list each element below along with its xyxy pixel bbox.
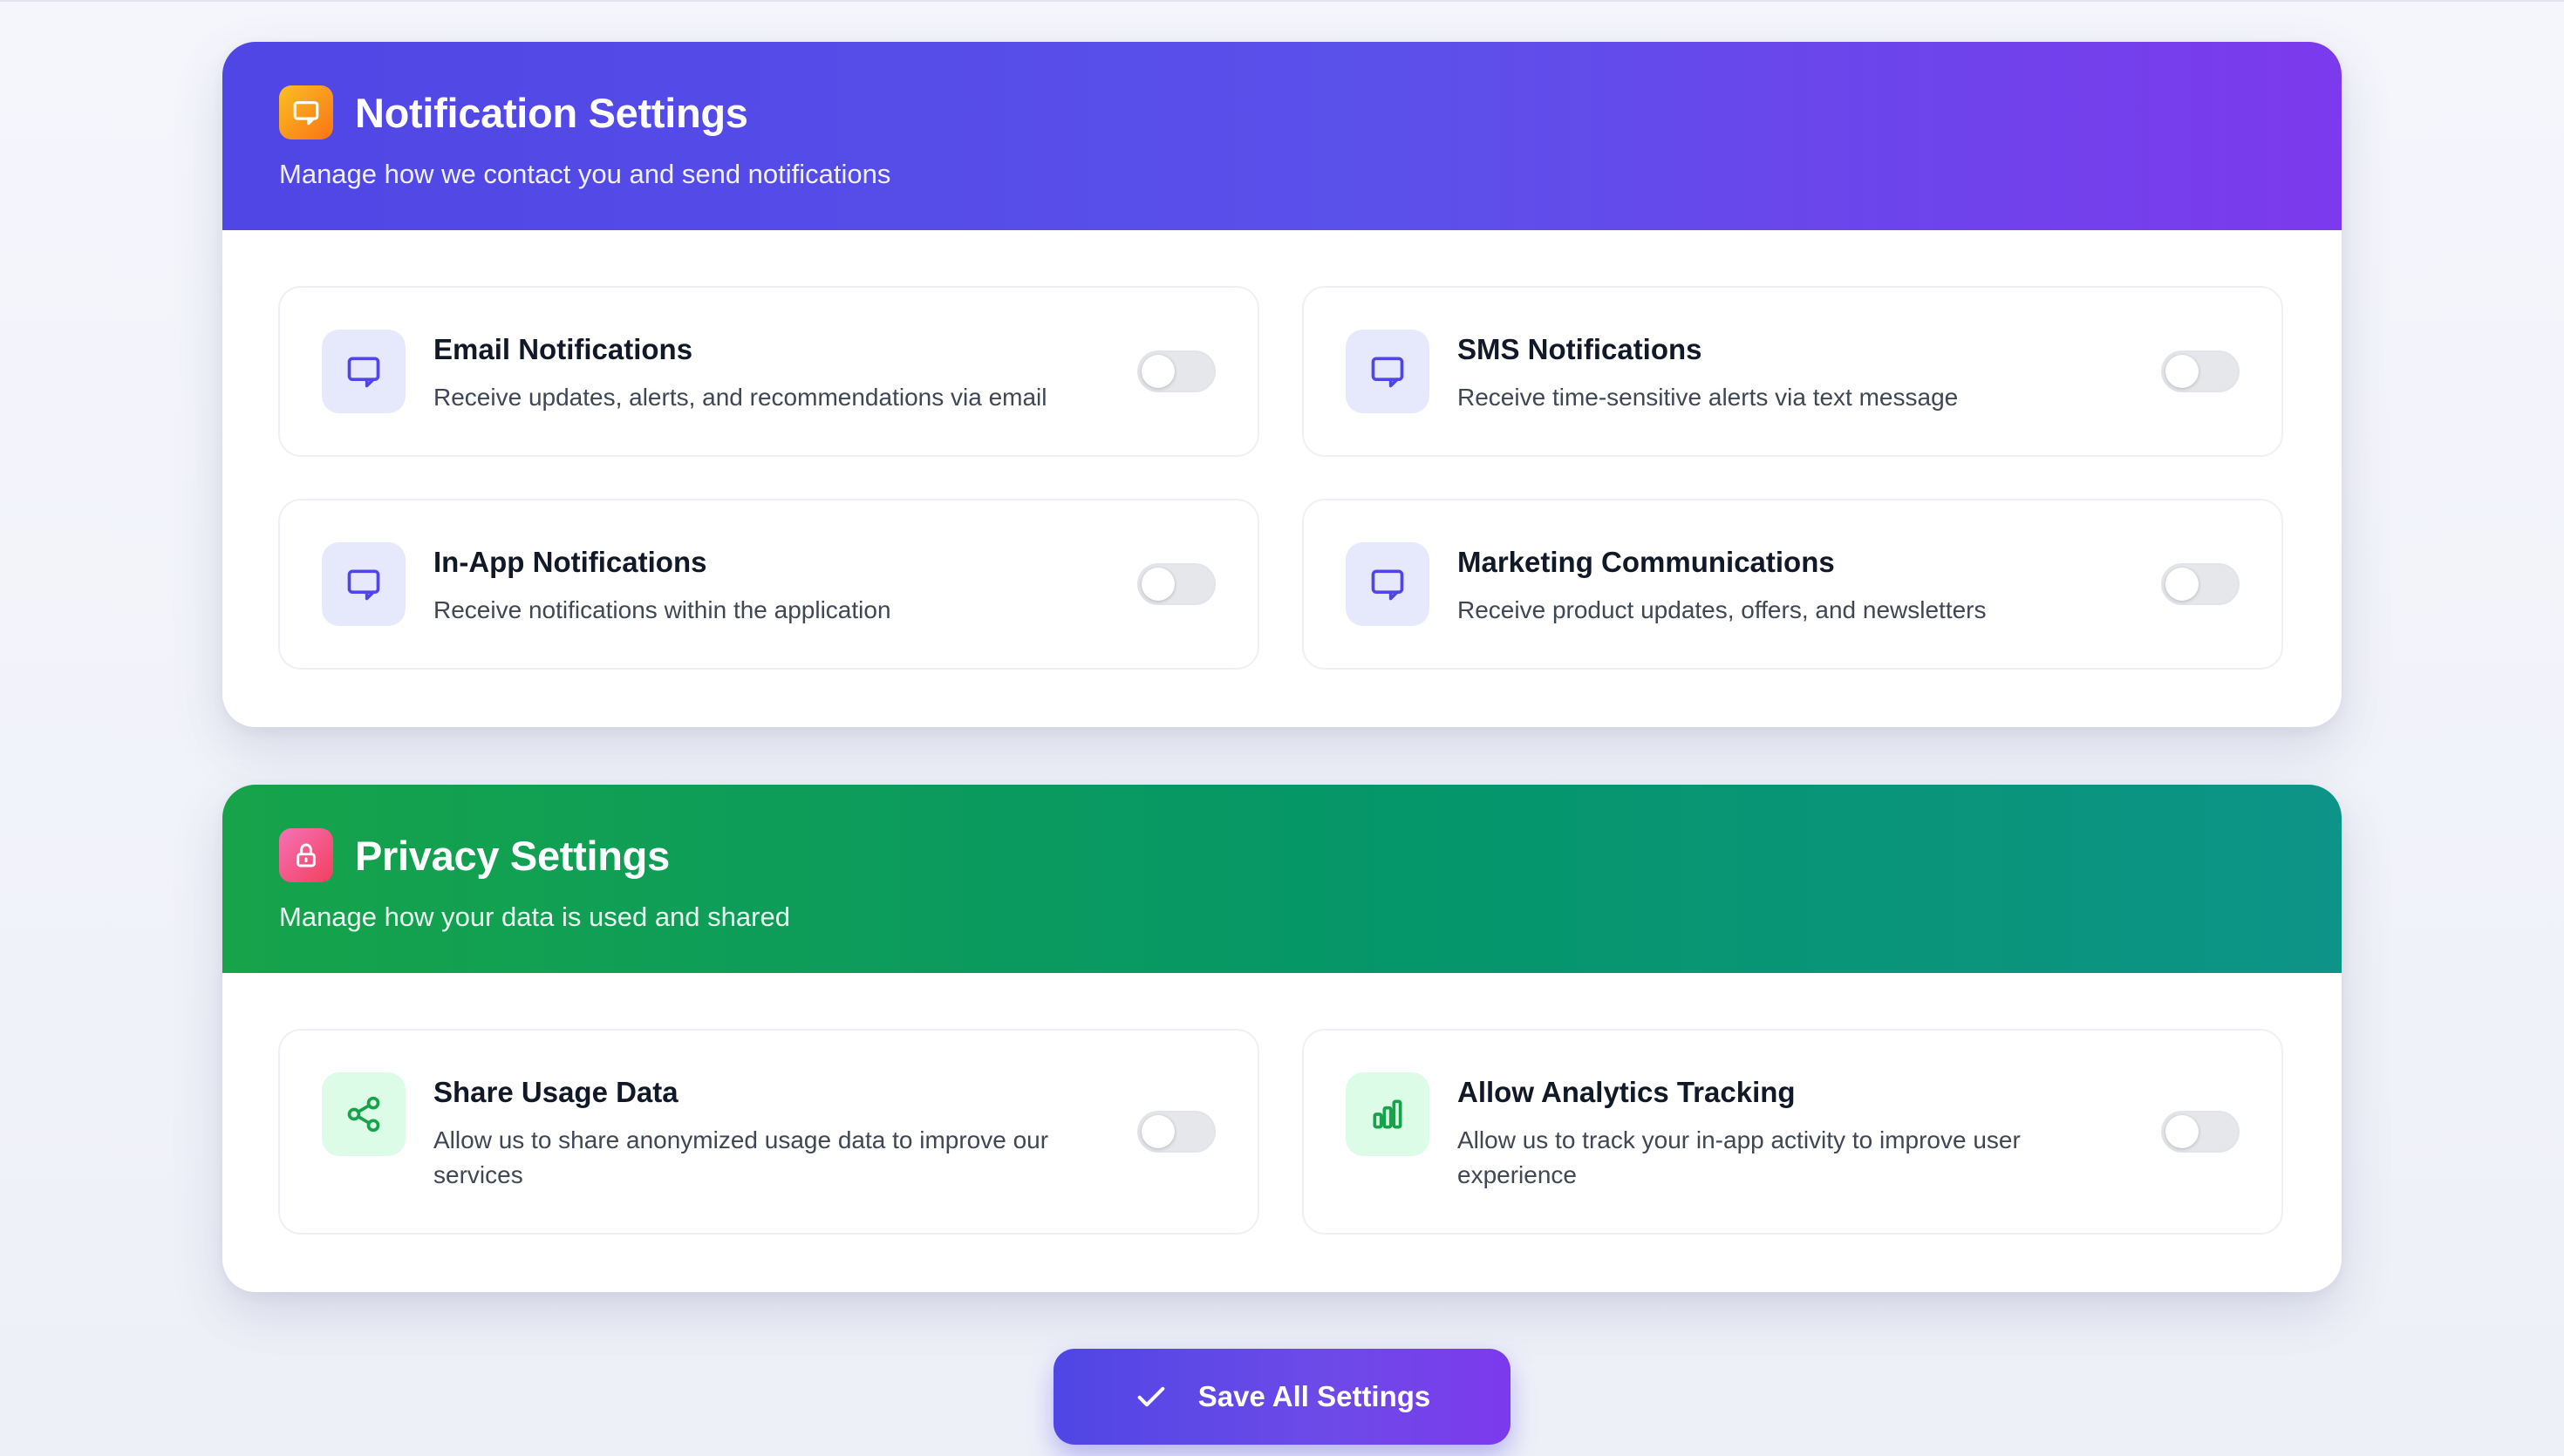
setting-title: Marketing Communications — [1457, 546, 1835, 578]
setting-description: Receive updates, alerts, and recommendat… — [433, 384, 1047, 411]
notification-settings-card: Notification Settings Manage how we cont… — [222, 42, 2342, 727]
check-icon — [1134, 1379, 1169, 1414]
privacy-settings-header: Privacy Settings Manage how your data is… — [222, 785, 2342, 973]
message-square-icon — [279, 85, 333, 139]
email-notifications-toggle[interactable] — [1137, 350, 1216, 392]
setting-description: Allow us to track your in-app activity t… — [1457, 1126, 2021, 1188]
privacy-settings-card: Privacy Settings Manage how your data is… — [222, 785, 2342, 1292]
marketing-communications-toggle[interactable] — [2161, 563, 2240, 605]
section-subtitle: Manage how we contact you and send notif… — [279, 159, 891, 189]
share-usage-data-toggle[interactable] — [1137, 1111, 1216, 1153]
toggle-knob — [2165, 1115, 2199, 1148]
setting-description: Receive notifications within the applica… — [433, 596, 891, 623]
message-square-icon — [1346, 542, 1429, 626]
section-title: Notification Settings — [355, 89, 748, 136]
setting-title: Allow Analytics Tracking — [1457, 1076, 1796, 1108]
settings-page: Notification Settings Manage how we cont… — [0, 0, 2564, 1456]
save-button-label: Save All Settings — [1197, 1380, 1431, 1412]
toggle-knob — [1142, 355, 1175, 388]
setting-item-email-notifications: Email Notifications Receive updates, ale… — [278, 286, 1259, 457]
allow-analytics-tracking-toggle[interactable] — [2161, 1111, 2240, 1153]
section-title: Privacy Settings — [355, 832, 670, 879]
setting-title: Share Usage Data — [433, 1076, 679, 1108]
top-divider — [0, 0, 2564, 2]
setting-description: Allow us to share anonymized usage data … — [433, 1126, 1049, 1188]
toggle-knob — [1142, 568, 1175, 601]
sms-notifications-toggle[interactable] — [2161, 350, 2240, 392]
bar-chart-icon — [1346, 1072, 1429, 1156]
toggle-knob — [2165, 568, 2199, 601]
lock-icon — [279, 828, 333, 882]
setting-title: SMS Notifications — [1457, 333, 1702, 365]
setting-description: Receive product updates, offers, and new… — [1457, 596, 1987, 623]
in-app-notifications-toggle[interactable] — [1137, 563, 1216, 605]
setting-item-sms-notifications: SMS Notifications Receive time-sensitive… — [1302, 286, 2283, 457]
setting-item-share-usage-data: Share Usage Data Allow us to share anony… — [278, 1029, 1259, 1235]
section-subtitle: Manage how your data is used and shared — [279, 901, 790, 932]
setting-title: Email Notifications — [433, 333, 693, 365]
message-square-icon — [322, 330, 406, 413]
setting-item-marketing-communications: Marketing Communications Receive product… — [1302, 499, 2283, 670]
notification-settings-header: Notification Settings Manage how we cont… — [222, 42, 2342, 230]
share-icon — [322, 1072, 406, 1156]
toggle-knob — [2165, 355, 2199, 388]
message-square-icon — [322, 542, 406, 626]
setting-title: In-App Notifications — [433, 546, 707, 578]
setting-item-in-app-notifications: In-App Notifications Receive notificatio… — [278, 499, 1259, 670]
message-square-icon — [1346, 330, 1429, 413]
toggle-knob — [1142, 1115, 1175, 1148]
setting-item-allow-analytics-tracking: Allow Analytics Tracking Allow us to tra… — [1302, 1029, 2283, 1235]
setting-description: Receive time-sensitive alerts via text m… — [1457, 384, 1959, 411]
save-all-settings-button[interactable]: Save All Settings — [1054, 1349, 1510, 1445]
